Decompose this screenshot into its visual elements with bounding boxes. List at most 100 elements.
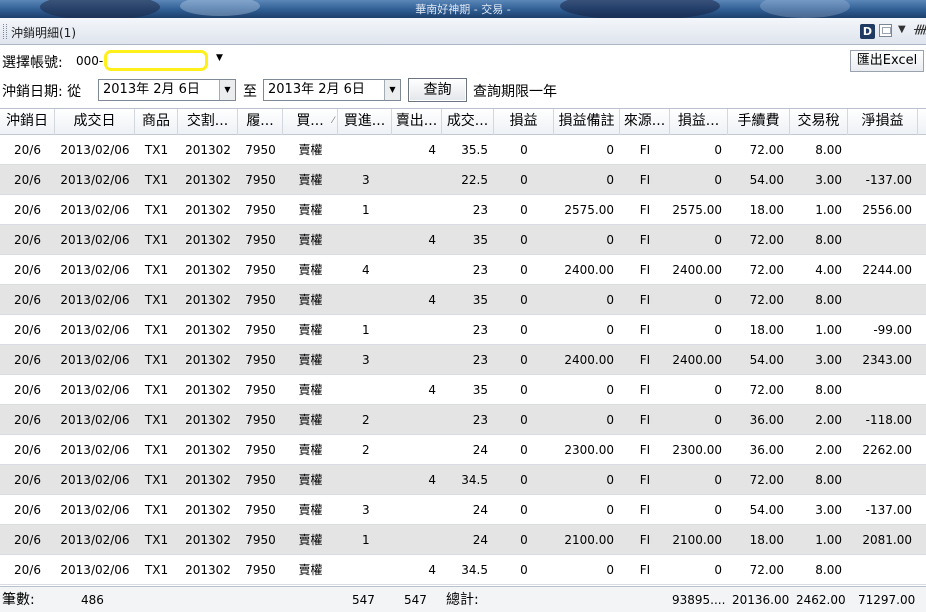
cell-sell-qty xyxy=(392,405,442,435)
cell-strike: 7950 xyxy=(245,443,276,457)
export-excel-button[interactable]: 匯出Excel xyxy=(850,50,924,72)
cell-fee: 18.00 xyxy=(749,203,784,217)
drag-grip-icon[interactable] xyxy=(3,24,7,39)
account-label: 選擇帳號: xyxy=(2,55,63,71)
cell-strike: 7950 xyxy=(245,473,276,487)
sell-total: 547 xyxy=(404,593,427,607)
cell-source: FI xyxy=(639,203,651,217)
table-row[interactable]: 20/6 2013/02/06 TX1 201302 7950 賣權 1 23 0 0 FI 0 18.… xyxy=(0,315,926,345)
calendar-dropdown-icon[interactable]: ▼ xyxy=(219,80,235,100)
table-row[interactable]: 20/6 2013/02/06 TX1 201302 7950 賣權 2 24 0 2300.00… xyxy=(0,435,926,465)
cell-sell-qty: 4 xyxy=(428,563,436,577)
column-header-trade-price[interactable]: 成交... xyxy=(442,109,494,135)
cell-sell-qty: 4 xyxy=(428,383,436,397)
cell-pnl-amount: 0 xyxy=(714,563,722,577)
cell-pnl-note: 2300.00 xyxy=(564,443,614,457)
date-from-value: 2013年 2月 6日 xyxy=(103,82,200,97)
cell-strike: 7950 xyxy=(245,323,276,337)
calendar-dropdown-icon[interactable]: ▼ xyxy=(384,80,400,100)
cell-fee: 72.00 xyxy=(749,563,784,577)
cell-delivery-month: 201302 xyxy=(185,473,231,487)
table-row[interactable]: 20/6 2013/02/06 TX1 201302 7950 賣權 4 23 0 2400.00… xyxy=(0,255,926,285)
cell-source: FI xyxy=(639,443,651,457)
cell-sell-qty: 4 xyxy=(428,473,436,487)
date-to-picker[interactable]: 2013年 2月 6日 ▼ xyxy=(263,79,401,101)
column-header-pnl-note[interactable]: 損益備註 xyxy=(554,109,620,135)
cell-call-put: 賣權 xyxy=(298,503,323,517)
cell-tax: 8.00 xyxy=(815,233,842,247)
cell-tax: 1.00 xyxy=(815,203,842,217)
cell-call-put: 賣權 xyxy=(298,203,323,217)
table-row[interactable]: 20/6 2013/02/06 TX1 201302 7950 賣權 2 23 0 0 FI 0 36.… xyxy=(0,405,926,435)
table-row[interactable]: 20/6 2013/02/06 TX1 201302 7950 賣權 4 35 0 0 FI 0 72.… xyxy=(0,285,926,315)
cell-delivery-month: 201302 xyxy=(185,503,231,517)
column-header-strike[interactable]: 履... xyxy=(238,109,283,135)
account-row: 選擇帳號: 000- ▼ 匯出Excel xyxy=(0,48,926,74)
date-to-value: 2013年 2月 6日 xyxy=(268,82,365,97)
dropdown-arrow-icon[interactable]: ▼ xyxy=(898,24,906,35)
offset-detail-table[interactable]: 沖銷日 成交日 商品 交割... 履... 買... ⁄ 買進... 賣出... 成交... 損益損… xyxy=(0,108,926,586)
cell-trade-date: 2013/02/06 xyxy=(60,323,130,337)
column-header-pnl[interactable]: 損益 xyxy=(494,109,554,135)
cell-pnl-amount: 2400.00 xyxy=(672,353,722,367)
column-header-sell-qty[interactable]: 賣出... xyxy=(392,109,442,135)
d-logo-icon[interactable]: D xyxy=(860,24,875,39)
query-limit-note: 查詢期限一年 xyxy=(473,84,557,100)
cell-call-put: 賣權 xyxy=(298,533,323,547)
table-row[interactable]: 20/6 2013/02/06 TX1 201302 7950 賣權 1 23 0 2575.00… xyxy=(0,195,926,225)
table-row[interactable]: 20/6 2013/02/06 TX1 201302 7950 賣權 4 35.5 0 0 FI 0 7… xyxy=(0,135,926,165)
column-header-net-pnl[interactable]: 淨損益 xyxy=(848,109,918,135)
cell-net-pnl: 2244.00 xyxy=(862,263,912,277)
cell-net-pnl xyxy=(848,465,918,495)
table-row[interactable]: 20/6 2013/02/06 TX1 201302 7950 賣權 4 34.5 0 0 FI 0 7… xyxy=(0,555,926,585)
cell-fee: 36.00 xyxy=(749,443,784,457)
pin-icon[interactable]: ᚏ xyxy=(914,22,926,36)
cell-pnl-amount: 0 xyxy=(714,503,722,517)
cell-net-pnl xyxy=(848,225,918,255)
column-header-call-put[interactable]: 買... ⁄ xyxy=(283,109,338,135)
cell-strike: 7950 xyxy=(245,143,276,157)
cell-delivery-month: 201302 xyxy=(185,173,231,187)
cell-strike: 7950 xyxy=(245,413,276,427)
table-row[interactable]: 20/6 2013/02/06 TX1 201302 7950 賣權 3 24 0 0 FI 0 54.… xyxy=(0,495,926,525)
column-header-trade-date[interactable]: 成交日 xyxy=(55,109,135,135)
cell-offset-date: 20/6 xyxy=(14,383,41,397)
column-header-buy-qty[interactable]: 買進... xyxy=(338,109,392,135)
cell-pnl-note: 0 xyxy=(606,473,614,487)
cell-tax: 4.00 xyxy=(815,263,842,277)
table-row[interactable]: 20/6 2013/02/06 TX1 201302 7950 賣權 3 23 0 2400.00… xyxy=(0,345,926,375)
query-button[interactable]: 查詢 xyxy=(408,78,467,102)
buy-total: 547 xyxy=(352,593,375,607)
cell-buy-qty: 4 xyxy=(362,263,370,277)
column-header-tax[interactable]: 交易稅 xyxy=(790,109,848,135)
table-row[interactable]: 20/6 2013/02/06 TX1 201302 7950 賣權 4 35 0 0 FI 0 72.… xyxy=(0,375,926,405)
cell-fee: 54.00 xyxy=(749,173,784,187)
date-row: 沖銷日期: 從 2013年 2月 6日 ▼ 至 2013年 2月 6日 ▼ 查詢… xyxy=(0,77,926,103)
table-row[interactable]: 20/6 2013/02/06 TX1 201302 7950 賣權 1 24 0 2100.00… xyxy=(0,525,926,555)
column-header-product[interactable]: 商品 xyxy=(135,109,178,135)
column-header-fee[interactable]: 手續費 xyxy=(728,109,790,135)
cell-buy-qty: 3 xyxy=(362,503,370,517)
cell-product: TX1 xyxy=(144,263,169,277)
cell-pnl-note: 2400.00 xyxy=(564,353,614,367)
panel-tab-title[interactable]: 沖銷明細(1) xyxy=(11,24,76,41)
cell-trade-price: 35 xyxy=(472,383,488,397)
column-header-source[interactable]: 來源... xyxy=(620,109,670,135)
cell-pnl: 0 xyxy=(520,143,528,157)
cell-strike: 7950 xyxy=(245,533,276,547)
cell-pnl: 0 xyxy=(520,533,528,547)
cell-net-pnl: 2262.00 xyxy=(862,443,912,457)
cell-product: TX1 xyxy=(144,293,169,307)
account-prefix: 000- xyxy=(76,54,104,68)
chevron-down-icon[interactable]: ▼ xyxy=(216,53,223,63)
table-row[interactable]: 20/6 2013/02/06 TX1 201302 7950 賣權 3 22.5 0 0 FI 0 5… xyxy=(0,165,926,195)
window-float-icon[interactable] xyxy=(879,24,892,37)
account-select[interactable]: 000- ▼ xyxy=(72,50,229,72)
column-header-offset-date[interactable]: 沖銷日 xyxy=(0,109,55,135)
column-header-pnl-amount[interactable]: 損益... xyxy=(670,109,728,135)
table-row[interactable]: 20/6 2013/02/06 TX1 201302 7950 賣權 4 35 0 0 FI 0 72.… xyxy=(0,225,926,255)
date-from-picker[interactable]: 2013年 2月 6日 ▼ xyxy=(98,79,236,101)
table-row[interactable]: 20/6 2013/02/06 TX1 201302 7950 賣權 4 34.5 0 0 FI 0 7… xyxy=(0,465,926,495)
cell-sell-qty xyxy=(392,435,442,465)
column-header-delivery-month[interactable]: 交割... xyxy=(178,109,238,135)
